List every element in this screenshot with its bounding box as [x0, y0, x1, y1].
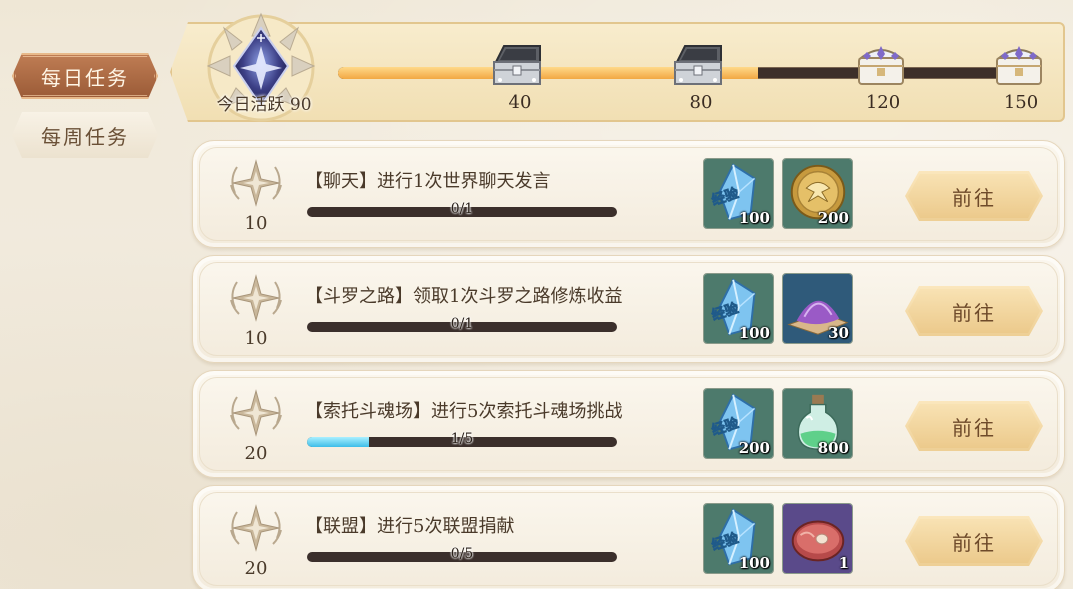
task-progress-text: 0/1 — [450, 316, 474, 332]
purple-powder-reward[interactable]: 30 — [782, 273, 853, 344]
go-button-label: 前往 — [952, 185, 996, 210]
ornate-chest-icon[interactable] — [991, 40, 1047, 88]
go-button[interactable]: 前往 — [905, 286, 1043, 336]
activity-value: 90 — [289, 95, 312, 115]
milestone-label: 150 — [1003, 92, 1039, 113]
task-points: 10 — [244, 328, 268, 349]
task-title: 【联盟】进行5次联盟捐献 — [305, 516, 515, 537]
task-card: 20 【联盟】进行5次联盟捐献 0/5 经验 100 1 前往 — [192, 485, 1065, 589]
exp-crystal-reward[interactable]: 经验 100 — [703, 503, 774, 574]
meat-reward[interactable]: 1 — [782, 503, 853, 574]
activity-label-text: 今日活跃 — [216, 95, 285, 115]
task-points: 20 — [244, 558, 268, 579]
daily-activity-readout: 今日活跃 90 — [200, 90, 328, 115]
ornate-chest-icon[interactable] — [853, 40, 909, 88]
task-points: 10 — [244, 213, 268, 234]
task-progress-text: 0/5 — [450, 546, 474, 562]
milestone-label: 40 — [508, 92, 532, 113]
go-button-label: 前往 — [952, 415, 996, 440]
task-title: 【聊天】进行1次世界聊天发言 — [305, 171, 551, 192]
activity-points-emblem-icon — [230, 504, 282, 552]
task-card: 10 【聊天】进行1次世界聊天发言 0/1 经验 100 200 前往 — [192, 140, 1065, 248]
go-button[interactable]: 前往 — [905, 401, 1043, 451]
tab-daily-label: 每日任务 — [41, 65, 129, 90]
potion-bottle-reward[interactable]: 800 — [782, 388, 853, 459]
task-card: 20 【索托斗魂场】进行5次索托斗魂场挑战 1/5 经验 200 800 前往 — [192, 370, 1065, 478]
tab-daily-tasks[interactable]: 每日任务 — [12, 53, 158, 99]
reward-count: 800 — [817, 439, 849, 457]
exp-crystal-reward[interactable]: 经验 200 — [703, 388, 774, 459]
go-button-label: 前往 — [952, 300, 996, 325]
reward-count: 30 — [828, 324, 849, 342]
milestone-label: 120 — [865, 92, 901, 113]
go-button[interactable]: 前往 — [905, 171, 1043, 221]
task-title: 【斗罗之路】领取1次斗罗之路修炼收益 — [305, 286, 623, 307]
milestone-label: 80 — [689, 92, 713, 113]
task-points: 20 — [244, 443, 268, 464]
reward-count: 100 — [738, 324, 770, 342]
exp-crystal-reward[interactable]: 经验 100 — [703, 158, 774, 229]
activity-points-emblem-icon — [230, 389, 282, 437]
reward-count: 100 — [738, 554, 770, 572]
activity-points-emblem-icon — [230, 274, 282, 322]
silver-chest-icon[interactable] — [490, 40, 546, 88]
tab-weekly-tasks[interactable]: 每周任务 — [12, 112, 158, 158]
reward-count: 200 — [817, 209, 849, 227]
tab-weekly-label: 每周任务 — [41, 124, 129, 149]
task-card: 10 【斗罗之路】领取1次斗罗之路修炼收益 0/1 经验 100 30 前往 — [192, 255, 1065, 363]
star-crystal-emblem-icon — [206, 12, 316, 122]
gold-coin-reward[interactable]: 200 — [782, 158, 853, 229]
task-title: 【索托斗魂场】进行5次索托斗魂场挑战 — [305, 401, 623, 422]
go-button[interactable]: 前往 — [905, 516, 1043, 566]
exp-crystal-reward[interactable]: 经验 100 — [703, 273, 774, 344]
reward-count: 200 — [738, 439, 770, 457]
task-progress-text: 1/5 — [450, 431, 474, 447]
reward-count: 1 — [838, 554, 849, 572]
go-button-label: 前往 — [952, 530, 996, 555]
silver-chest-icon[interactable] — [671, 40, 727, 88]
reward-count: 100 — [738, 209, 770, 227]
task-progress-text: 0/1 — [450, 201, 474, 217]
activity-points-emblem-icon — [230, 159, 282, 207]
